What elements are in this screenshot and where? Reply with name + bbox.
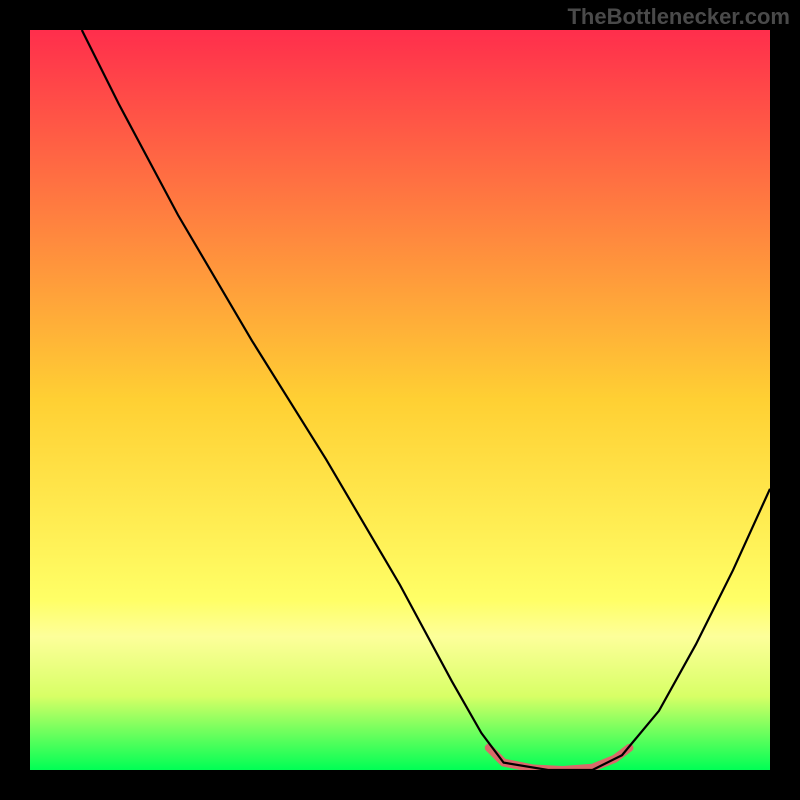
plot-area [30,30,770,770]
curve-overlay [30,30,770,770]
bottleneck-curve [82,30,770,770]
optimal-range-highlight [489,748,630,770]
watermark-text: TheBottlenecker.com [567,4,790,30]
